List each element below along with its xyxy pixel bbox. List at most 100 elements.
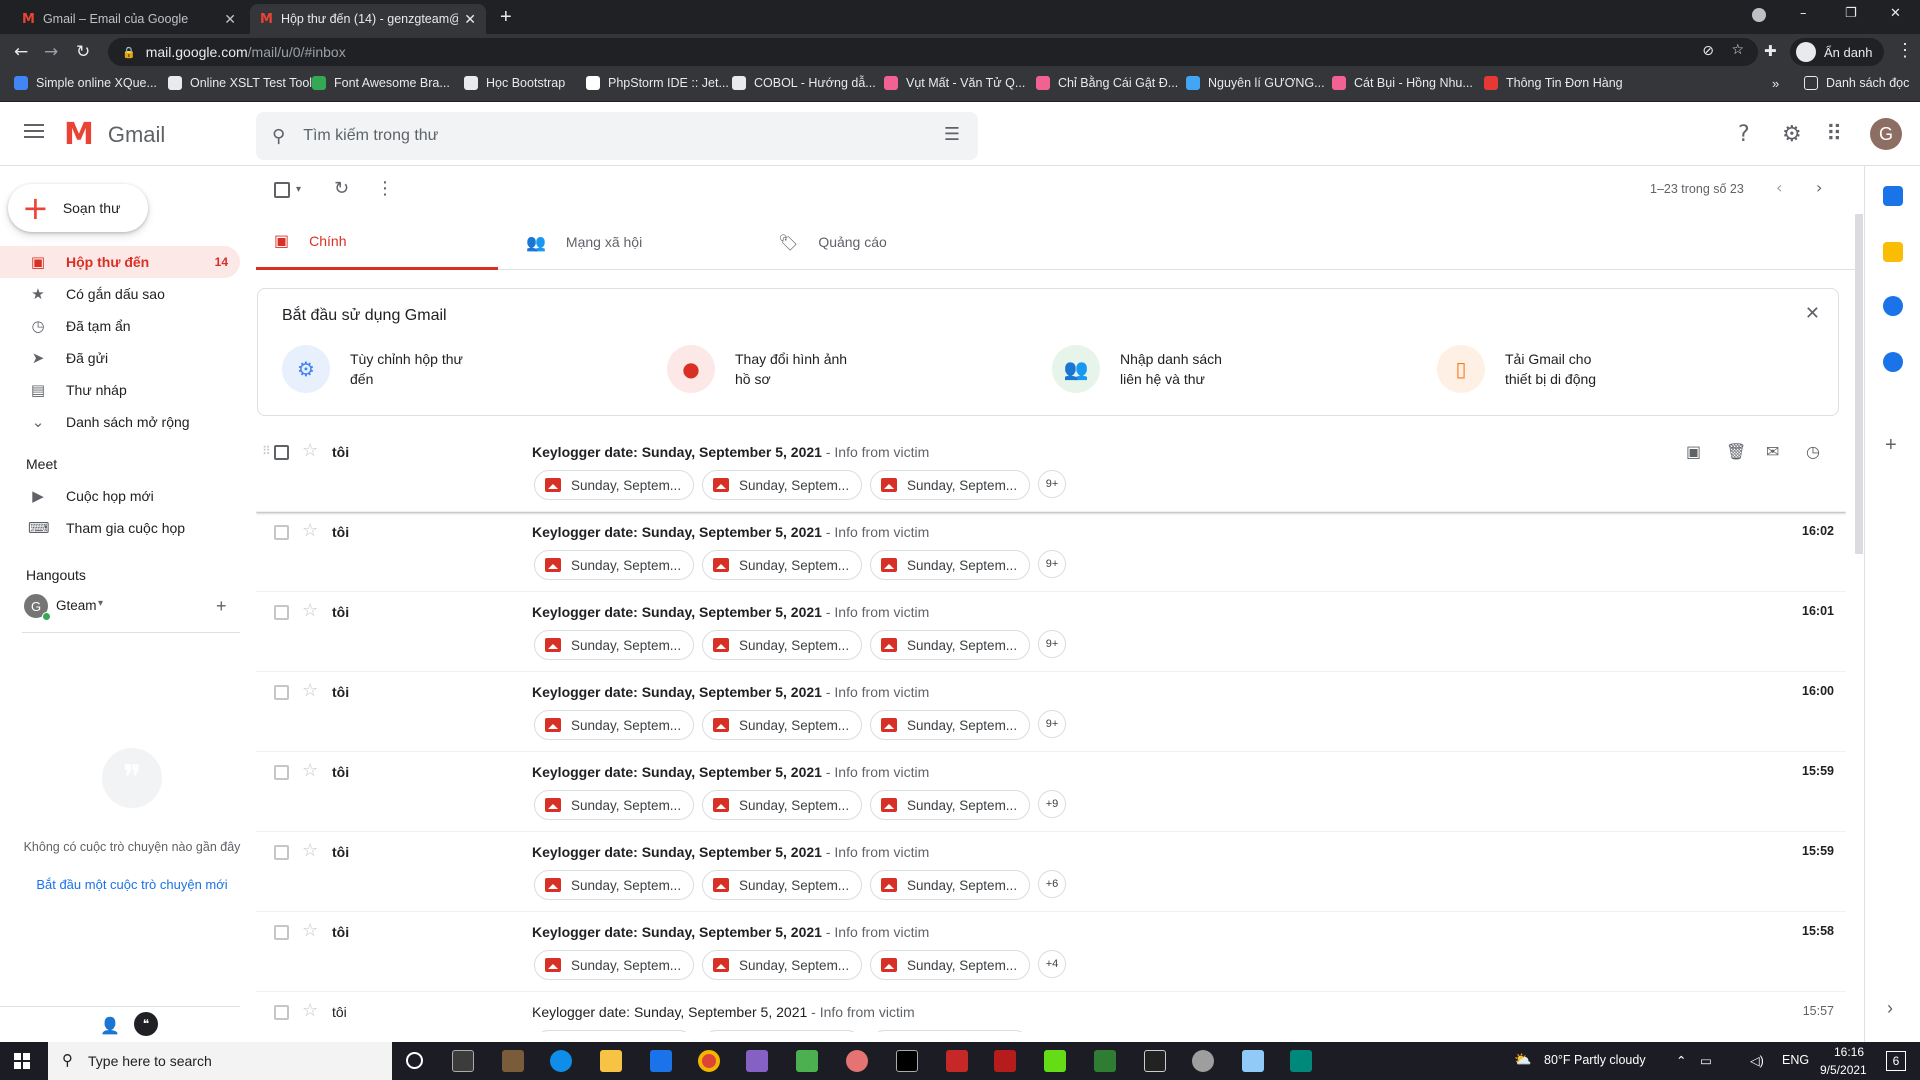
clock-date[interactable]: 9/5/2021 (1820, 1063, 1867, 1077)
more-attachments-badge[interactable]: 9+ (1038, 470, 1066, 498)
attachment-chip[interactable]: Sunday, Septem... (702, 550, 862, 580)
drag-handle-icon[interactable]: ⠿ (262, 444, 271, 458)
reading-list-button[interactable]: Danh sách đọc (1804, 76, 1909, 90)
attachment-chip[interactable]: Sunday, Septem... (702, 1030, 862, 1032)
cortana-icon[interactable] (406, 1052, 423, 1069)
attachment-chip[interactable]: Sunday, Septem... (870, 1030, 1030, 1032)
sidebar-item-3[interactable]: ➤ Đã gửi (0, 342, 240, 374)
snooze-icon[interactable]: ◷ (1806, 442, 1820, 461)
help-icon[interactable]: ? (1738, 122, 1750, 147)
incognito-profile-button[interactable]: Ẩn danh (1790, 38, 1885, 66)
attachment-chip[interactable]: Sunday, Septem... (870, 710, 1030, 740)
keep-icon[interactable] (1883, 242, 1903, 262)
hangouts-user[interactable]: Gteam (56, 598, 97, 613)
getting-started-item[interactable]: ⚙ Tùy chỉnh hộp thư đến (282, 345, 490, 393)
more-attachments-badge[interactable]: +4 (1038, 950, 1066, 978)
user-dropdown-icon[interactable]: ▾ (98, 598, 103, 609)
apps-grid-icon[interactable]: ⠿ (1826, 122, 1842, 147)
forward-icon[interactable]: → (44, 42, 58, 62)
sidebar-item-1[interactable]: ★ Có gắn dấu sao (0, 278, 240, 310)
join-meeting-item[interactable]: ⌨ Tham gia cuộc họp (0, 512, 240, 544)
browser-tab-inbox[interactable]: M Hộp thư đến (14) - genzgteam@ ✕ (250, 4, 486, 34)
add-addon-icon[interactable]: + (1885, 434, 1897, 457)
extensions-icon[interactable]: ✚ (1764, 42, 1777, 60)
email-row[interactable]: ☆ tôi Keylogger date: Sunday, September 5,… (256, 432, 1846, 512)
star-icon[interactable]: ☆ (302, 1000, 318, 1021)
attachment-chip[interactable]: Sunday, Septem... (702, 870, 862, 900)
gmail-logo[interactable]: M Gmail (64, 120, 165, 150)
back-icon[interactable]: ← (14, 42, 28, 62)
getting-started-item[interactable]: 👥 Nhập danh sách liên hệ và thư (1052, 345, 1260, 393)
sidebar-item-2[interactable]: ◷ Đã tạm ẩn (0, 310, 240, 342)
tab-promotions[interactable]: 🏷 Quảng cáo (760, 214, 1002, 270)
row-checkbox[interactable] (274, 925, 289, 940)
attachment-chip[interactable]: Sunday, Septem... (870, 470, 1030, 500)
refresh-icon[interactable]: ↻ (334, 178, 349, 199)
tab-social[interactable]: 👥 Mạng xã hội (508, 214, 750, 270)
attachment-chip[interactable]: Sunday, Septem... (702, 950, 862, 980)
file-explorer-icon[interactable] (600, 1050, 622, 1072)
attachment-chip[interactable]: Sunday, Septem... (534, 550, 694, 580)
more-attachments-badge[interactable]: 9+ (1038, 630, 1066, 658)
search-input[interactable]: Tìm kiếm trong thư (303, 127, 438, 145)
mark-read-icon[interactable]: ✉ (1766, 442, 1779, 461)
attachment-chip[interactable]: Sunday, Septem... (702, 630, 862, 660)
email-row[interactable]: ☆ tôi Keylogger date: Sunday, September 5,… (256, 912, 1846, 992)
address-bar[interactable]: 🔒 mail.google.com/mail/u/0/#inbox ⊘ ☆ (108, 38, 1758, 66)
attachment-chip[interactable]: Sunday, Septem... (534, 950, 694, 980)
attachment-chip[interactable]: Sunday, Septem... (534, 710, 694, 740)
restore-icon[interactable]: ❐ (1845, 6, 1857, 21)
attachment-chip[interactable]: Sunday, Septem... (534, 790, 694, 820)
app-icon-4[interactable] (994, 1050, 1016, 1072)
dismiss-close-icon[interactable]: ✕ (1805, 303, 1820, 324)
app-icon-5[interactable] (1044, 1050, 1066, 1072)
more-attachments-badge[interactable]: +9 (1038, 790, 1066, 818)
search-icon[interactable]: ⚲ (272, 126, 285, 147)
eye-off-icon[interactable]: ⊘ (1702, 43, 1714, 59)
new-meeting-item[interactable]: ▶ Cuộc họp mới (0, 480, 240, 512)
more-bookmarks-icon[interactable]: » (1772, 76, 1779, 91)
attachment-chip[interactable]: Sunday, Septem... (534, 1030, 694, 1032)
delete-icon[interactable]: 🗑 (1726, 442, 1746, 461)
getting-started-item[interactable]: ● Thay đổi hình ảnh hồ sơ (667, 345, 875, 393)
attachment-chip[interactable]: Sunday, Septem... (702, 710, 862, 740)
sidebar-item-4[interactable]: ▤ Thư nháp (0, 374, 240, 406)
bookmark-item[interactable]: Vụt Mất - Văn Tử Q... (884, 76, 1025, 90)
store-icon[interactable] (502, 1050, 524, 1072)
tasks-icon[interactable] (1883, 296, 1903, 316)
start-chat-link[interactable]: Bắt đầu một cuộc trò chuyện mới (20, 877, 244, 892)
mail-app-icon[interactable] (650, 1050, 672, 1072)
star-icon[interactable]: ☆ (302, 760, 318, 781)
add-hangout-icon[interactable]: + (216, 596, 227, 617)
expand-panel-icon[interactable]: › (1887, 998, 1893, 1019)
account-avatar[interactable]: G (1870, 118, 1902, 150)
row-checkbox[interactable] (274, 445, 289, 460)
bookmark-star-icon[interactable]: ☆ (1731, 42, 1744, 58)
bookmark-item[interactable]: Online XSLT Test Tool (168, 76, 312, 90)
task-view-icon[interactable] (452, 1050, 474, 1072)
search-bar[interactable]: ⚲ Tìm kiếm trong thư ☰ (256, 112, 978, 160)
more-attachments-badge[interactable]: 9+ (1038, 710, 1066, 738)
app-icon-8[interactable] (1290, 1050, 1312, 1072)
row-checkbox[interactable] (274, 685, 289, 700)
star-icon[interactable]: ☆ (302, 680, 318, 701)
star-icon[interactable]: ☆ (302, 520, 318, 541)
terminal-icon[interactable] (896, 1050, 918, 1072)
minimize-icon[interactable]: – (1800, 6, 1807, 21)
visual-studio-icon[interactable] (746, 1050, 768, 1072)
bookmark-item[interactable]: PhpStorm IDE :: Jet... (586, 76, 729, 90)
select-all-checkbox[interactable] (274, 182, 290, 198)
language-indicator[interactable]: ENG (1782, 1053, 1809, 1067)
list-scrollbar[interactable] (1855, 214, 1863, 554)
select-dropdown-icon[interactable]: ▾ (296, 184, 301, 195)
more-attachments-badge[interactable]: +6 (1038, 870, 1066, 898)
attachment-chip[interactable]: Sunday, Septem... (702, 790, 862, 820)
tab-primary[interactable]: ▣ Chính (256, 214, 498, 270)
row-checkbox[interactable] (274, 845, 289, 860)
hangouts-chat-icon[interactable]: ❝ (134, 1012, 158, 1036)
settings-app-icon[interactable] (1192, 1050, 1214, 1072)
clock-time[interactable]: 16:16 (1834, 1045, 1864, 1059)
bookmark-item[interactable]: COBOL - Hướng dẫ... (732, 76, 876, 90)
row-checkbox[interactable] (274, 765, 289, 780)
calendar-icon[interactable] (1883, 186, 1903, 206)
